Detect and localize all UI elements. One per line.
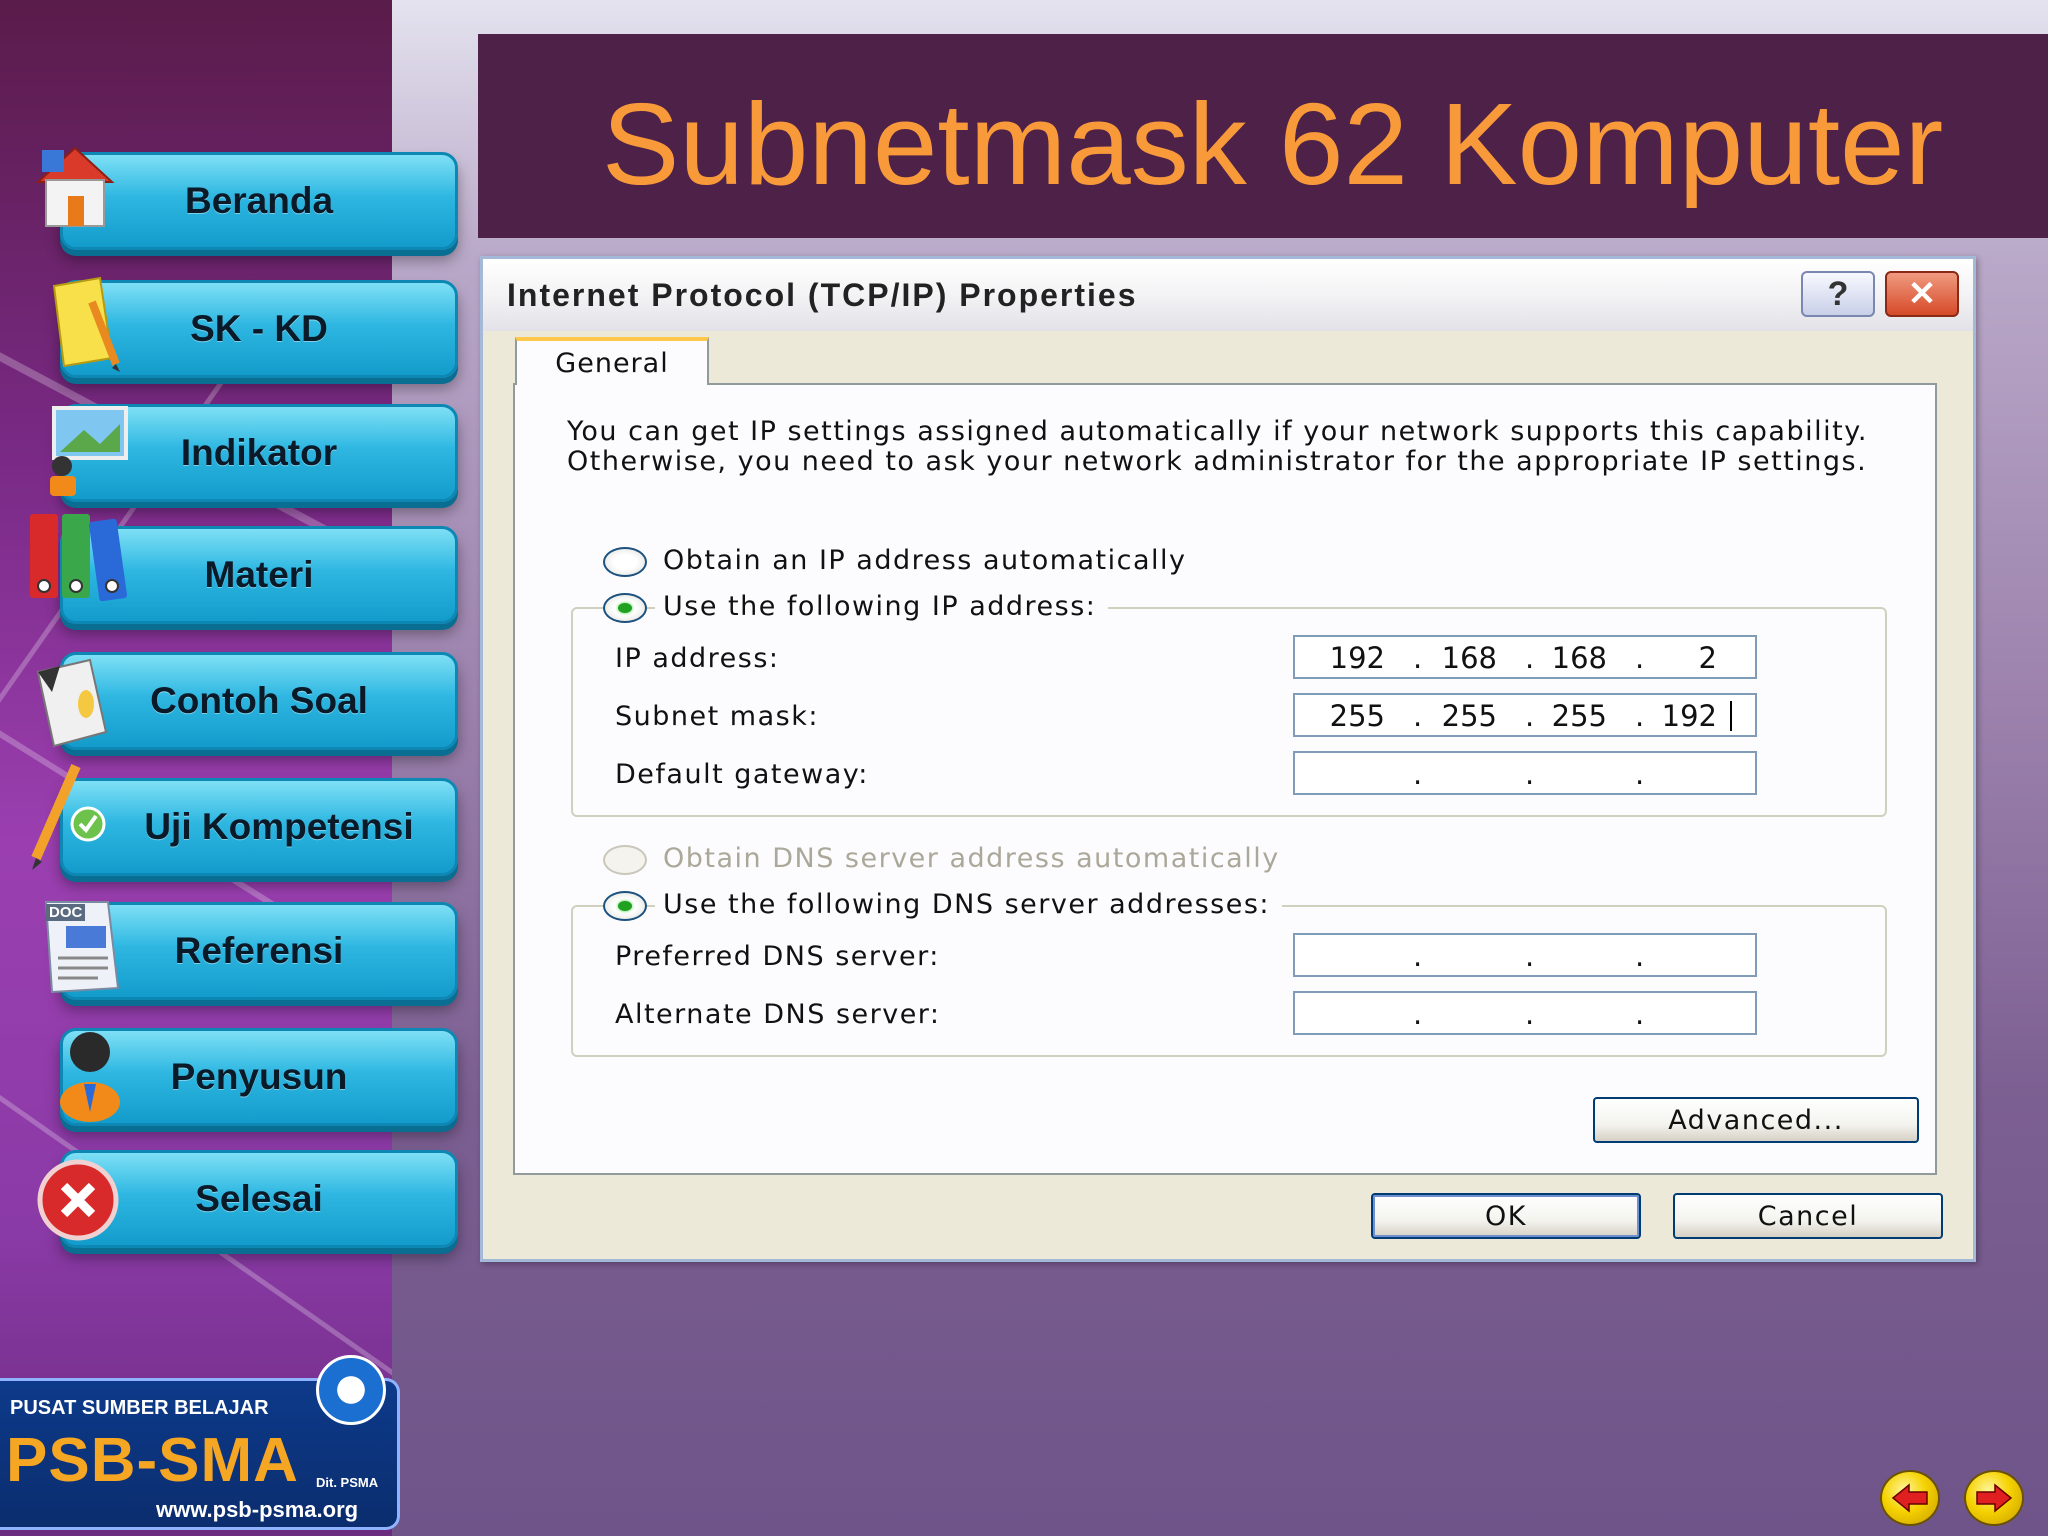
house-icon (35, 146, 115, 227)
ip-dot: . (1525, 757, 1535, 791)
default-gateway-field[interactable]: . . . (1293, 751, 1757, 795)
cancel-button[interactable]: Cancel (1673, 1193, 1943, 1239)
dialog-titlebar[interactable]: Internet Protocol (TCP/IP) Properties ? … (483, 259, 1973, 331)
psb-sma-logo: PUSAT SUMBER BELAJAR PSB-SMA Dit. PSMA w… (0, 1355, 400, 1530)
binders-icon (30, 514, 128, 602)
close-circle-icon (37, 1159, 119, 1241)
arrow-left-icon (1891, 1483, 1928, 1513)
obtain-dns-auto-label: Obtain DNS server address automatically (663, 843, 1280, 874)
nav-label: Uji Kompetensi (144, 806, 414, 847)
ip-octet: 2 (1698, 641, 1717, 675)
preferred-dns-field[interactable]: . . . (1293, 933, 1757, 977)
ip-dot: . (1635, 757, 1645, 791)
previous-button[interactable] (1880, 1470, 1940, 1526)
nav-label: Contoh Soal (150, 680, 368, 721)
person-icon (60, 1032, 120, 1122)
nav-label: Beranda (184, 180, 334, 221)
title-banner: Subnetmask 62 Komputer (478, 34, 2048, 238)
alternate-dns-label: Alternate DNS server: (615, 999, 941, 1030)
ip-dot: . (1635, 641, 1645, 675)
ip-dot: . (1525, 641, 1535, 675)
logo-main-text: PSB-SMA (6, 1426, 299, 1495)
ip-octet: 192 (1661, 699, 1717, 733)
help-button[interactable]: ? (1801, 271, 1875, 317)
emblem-icon (316, 1355, 386, 1425)
ip-octet: 255 (1441, 699, 1497, 733)
nav-uji-kompetensi-button[interactable]: Uji Kompetensi (60, 778, 458, 876)
ip-octet: 192 (1329, 641, 1385, 675)
ip-dot: . (1413, 997, 1423, 1031)
obtain-ip-auto-radio[interactable] (603, 547, 647, 577)
advanced-button[interactable]: Advanced... (1593, 1097, 1919, 1143)
ip-dot: . (1635, 997, 1645, 1031)
use-following-dns-label[interactable]: Use the following DNS server addresses: (655, 889, 1282, 920)
logo-url: www.psb-psma.org (156, 1497, 359, 1522)
subnet-mask-field[interactable]: 255 . 255 . 255 . 192 (1293, 693, 1757, 737)
intro-text: You can get IP settings assigned automat… (567, 416, 1868, 477)
logo-sub-text: Dit. PSMA (316, 1475, 379, 1490)
ip-octet: 168 (1441, 641, 1497, 675)
presentation-board-icon (50, 406, 128, 496)
document-pen-icon (36, 658, 108, 748)
subnet-mask-label: Subnet mask: (615, 701, 819, 732)
ip-address-label: IP address: (615, 643, 780, 674)
dialog-title: Internet Protocol (TCP/IP) Properties (507, 277, 1138, 313)
preferred-dns-label: Preferred DNS server: (615, 941, 940, 972)
ip-octet: 255 (1551, 699, 1607, 733)
ip-dot: . (1413, 757, 1423, 791)
pencil-check-icon (31, 764, 106, 870)
tab-general[interactable]: General (515, 337, 709, 385)
obtain-ip-auto-label[interactable]: Obtain an IP address automatically (663, 545, 1187, 576)
default-gateway-label: Default gateway: (615, 759, 869, 790)
ip-dot: . (1525, 939, 1535, 973)
ip-dot: . (1635, 699, 1645, 733)
ip-address-field[interactable]: 192 . 168 . 168 . 2 (1293, 635, 1757, 679)
ip-dot: . (1635, 939, 1645, 973)
ip-octet: 168 (1551, 641, 1607, 675)
obtain-dns-auto-radio (603, 845, 647, 875)
arrow-right-icon (1976, 1483, 2013, 1513)
ip-dot: . (1525, 699, 1535, 733)
doc-badge: DOC (46, 904, 86, 921)
logo-top-text: PUSAT SUMBER BELAJAR (10, 1397, 269, 1419)
next-button[interactable] (1964, 1470, 2024, 1526)
ip-dot: . (1413, 641, 1423, 675)
page-title: Subnetmask 62 Komputer (602, 79, 1944, 209)
use-following-ip-label[interactable]: Use the following IP address: (655, 591, 1109, 622)
use-following-dns-radio[interactable] (603, 891, 647, 921)
tab-panel-general: You can get IP settings assigned automat… (513, 383, 1937, 1175)
text-caret (1730, 701, 1732, 731)
tcpip-properties-dialog: Internet Protocol (TCP/IP) Properties ? … (480, 256, 1976, 1262)
ip-dot: . (1525, 997, 1535, 1031)
alternate-dns-field[interactable]: . . . (1293, 991, 1757, 1035)
use-following-ip-radio[interactable] (603, 593, 647, 623)
ip-octet: 255 (1329, 699, 1385, 733)
ok-button[interactable]: OK (1371, 1193, 1641, 1239)
close-button[interactable]: ✕ (1885, 271, 1959, 317)
ip-dot: . (1413, 699, 1423, 733)
notepad-pencil-icon (52, 276, 120, 372)
ip-dot: . (1413, 939, 1423, 973)
